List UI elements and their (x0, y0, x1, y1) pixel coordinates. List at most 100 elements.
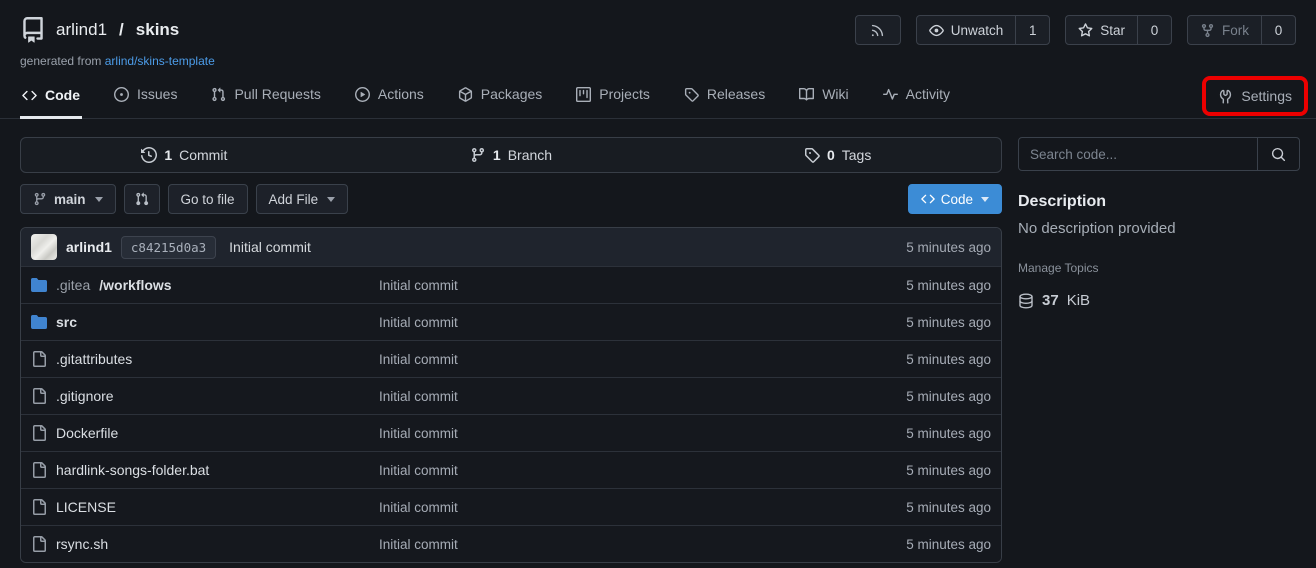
tab-pull-requests[interactable]: Pull Requests (209, 78, 322, 118)
commit-message-link[interactable]: Initial commit (229, 239, 311, 255)
commit-author-link[interactable]: arlind1 (66, 239, 112, 255)
template-repo-link[interactable]: arlind/skins-template (105, 54, 215, 68)
forks-count[interactable]: 0 (1261, 16, 1295, 44)
star-button-group: Star 0 (1065, 15, 1172, 45)
file-link[interactable]: .gitea/workflows (31, 277, 379, 293)
stars-count[interactable]: 0 (1137, 16, 1171, 44)
table-row: .gitea/workflows Initial commit 5 minute… (21, 266, 1001, 303)
file-time: 5 minutes ago (906, 500, 991, 515)
file-link[interactable]: src (31, 314, 379, 330)
tab-actions[interactable]: Actions (353, 78, 426, 118)
repo-size-unit: KiB (1067, 292, 1090, 309)
tab-wiki[interactable]: Wiki (797, 78, 850, 118)
file-link[interactable]: .gitignore (31, 388, 379, 404)
branch-selector[interactable]: main (20, 184, 116, 214)
file-link[interactable]: .gitattributes (31, 351, 379, 367)
code-download-button[interactable]: Code (908, 184, 1002, 214)
tab-issues[interactable]: Issues (112, 78, 179, 118)
file-time: 5 minutes ago (906, 463, 991, 478)
repo-name-link[interactable]: skins (136, 20, 179, 40)
file-time: 5 minutes ago (906, 537, 991, 552)
avatar[interactable] (31, 234, 57, 260)
star-icon (1078, 23, 1093, 38)
branches-count: 1 (493, 147, 501, 163)
file-link[interactable]: hardlink-songs-folder.bat (31, 462, 379, 478)
file-commit-link[interactable]: Initial commit (379, 500, 906, 515)
settings-highlight-annotation: Settings (1202, 76, 1308, 116)
file-commit-link[interactable]: Initial commit (379, 278, 906, 293)
file-commit-link[interactable]: Initial commit (379, 352, 906, 367)
go-to-file-label: Go to file (181, 192, 235, 207)
pulse-icon (883, 87, 898, 102)
package-icon (458, 87, 473, 102)
star-button[interactable]: Star (1066, 16, 1137, 44)
chevron-down-icon (981, 197, 989, 202)
tab-wiki-label: Wiki (822, 86, 848, 102)
rss-button[interactable] (855, 15, 901, 45)
file-icon (31, 536, 47, 552)
search-button[interactable] (1257, 138, 1299, 170)
tab-releases[interactable]: Releases (682, 78, 767, 118)
tab-code[interactable]: Code (20, 79, 82, 119)
generated-from-prefix: generated from (20, 54, 101, 68)
table-row: .gitattributes Initial commit 5 minutes … (21, 340, 1001, 377)
file-commit-link[interactable]: Initial commit (379, 389, 906, 404)
repo-title: arlind1 / skins (20, 17, 179, 43)
commits-stat[interactable]: 1 Commit (21, 138, 348, 172)
book-icon (799, 87, 814, 102)
tab-actions-label: Actions (378, 86, 424, 102)
rss-icon (870, 23, 885, 38)
file-time: 5 minutes ago (906, 278, 991, 293)
commit-hash-link[interactable]: c84215d0a3 (121, 236, 216, 259)
file-time: 5 minutes ago (906, 389, 991, 404)
fork-icon (1200, 23, 1215, 38)
tab-settings[interactable]: Settings (1216, 82, 1294, 110)
compare-icon (135, 192, 149, 206)
tab-packages[interactable]: Packages (456, 78, 544, 118)
file-commit-link[interactable]: Initial commit (379, 315, 906, 330)
tab-projects[interactable]: Projects (574, 78, 652, 118)
repo-nav: Code Issues Pull Requests Actions Packag… (0, 68, 1316, 118)
repo-owner-link[interactable]: arlind1 (56, 20, 107, 40)
commits-label: Commit (179, 147, 227, 163)
go-to-file-button[interactable]: Go to file (168, 184, 248, 214)
table-row: Dockerfile Initial commit 5 minutes ago (21, 414, 1001, 451)
file-commit-link[interactable]: Initial commit (379, 426, 906, 441)
tab-activity[interactable]: Activity (881, 78, 952, 118)
file-link[interactable]: LICENSE (31, 499, 379, 515)
compare-button[interactable] (124, 184, 160, 214)
fork-button[interactable]: Fork (1188, 16, 1261, 44)
file-commit-link[interactable]: Initial commit (379, 537, 906, 552)
eye-icon (929, 23, 944, 38)
manage-topics-link[interactable]: Manage Topics (1018, 261, 1300, 275)
file-commit-link[interactable]: Initial commit (379, 463, 906, 478)
play-icon (355, 87, 370, 102)
add-file-button[interactable]: Add File (256, 184, 349, 214)
repo-sidebar: Description No description provided Mana… (1018, 137, 1300, 309)
watchers-count[interactable]: 1 (1015, 16, 1049, 44)
tags-stat[interactable]: 0 Tags (674, 138, 1001, 172)
file-icon (31, 425, 47, 441)
file-name: .gitignore (56, 388, 114, 404)
table-row: rsync.sh Initial commit 5 minutes ago (21, 525, 1001, 562)
tag-icon (684, 87, 699, 102)
latest-commit-row: arlind1 c84215d0a3 Initial commit 5 minu… (21, 228, 1001, 266)
file-icon (31, 499, 47, 515)
file-link[interactable]: Dockerfile (31, 425, 379, 441)
search-input[interactable] (1019, 138, 1257, 170)
repo-header: arlind1 / skins Unwatch 1 (0, 0, 1316, 119)
unwatch-button[interactable]: Unwatch (917, 16, 1016, 44)
commit-time: 5 minutes ago (906, 240, 991, 255)
tab-packages-label: Packages (481, 86, 542, 102)
file-table: arlind1 c84215d0a3 Initial commit 5 minu… (20, 227, 1002, 563)
repo-stats-bar: 1 Commit 1 Branch 0 Tags (20, 137, 1002, 173)
tools-icon (1218, 89, 1233, 104)
add-file-label: Add File (269, 192, 319, 207)
tab-activity-label: Activity (906, 86, 950, 102)
branches-stat[interactable]: 1 Branch (348, 138, 675, 172)
table-row: LICENSE Initial commit 5 minutes ago (21, 488, 1001, 525)
chevron-down-icon (327, 197, 335, 202)
branch-icon (470, 147, 486, 163)
database-icon (1018, 293, 1034, 309)
file-link[interactable]: rsync.sh (31, 536, 379, 552)
